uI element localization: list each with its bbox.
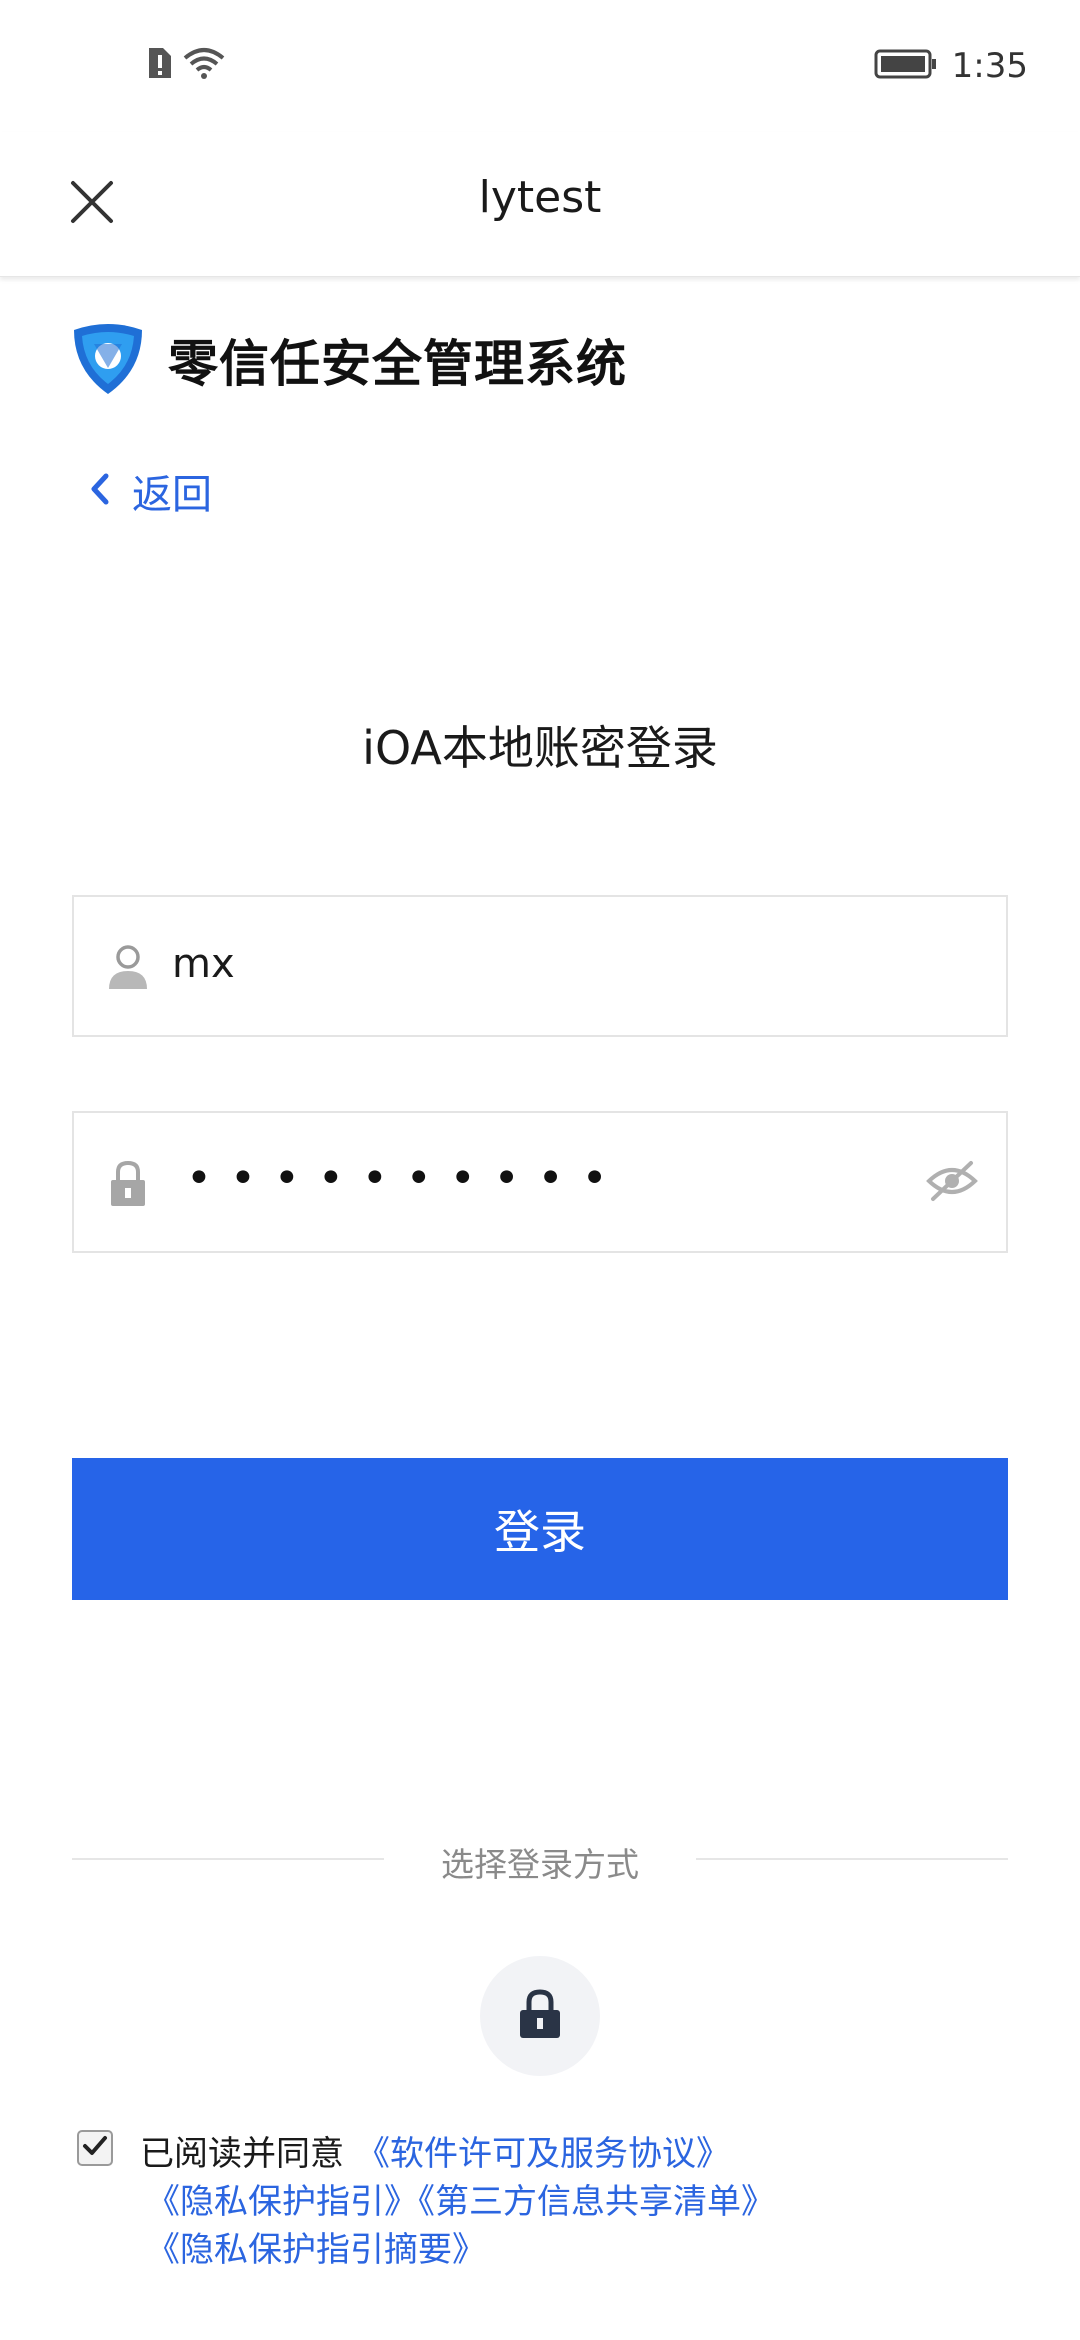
link-privacy-guide[interactable]: 《隐私保护指引》 — [146, 2182, 418, 2222]
chevron-left-icon — [90, 472, 110, 510]
username-value: mx — [172, 941, 235, 987]
eye-off-icon — [925, 1159, 979, 1207]
login-method-password-button[interactable] — [480, 1956, 600, 2076]
lock-icon — [100, 1156, 156, 1212]
password-visibility-toggle[interactable] — [920, 1151, 984, 1215]
status-left — [145, 46, 225, 84]
agreement-line-3: 《隐私保护指引摘要》 — [146, 2222, 486, 2271]
status-right: 1:35 — [874, 46, 1028, 86]
brand-header: 零信任安全管理系统 — [70, 322, 627, 398]
agreement-checkbox[interactable] — [77, 2130, 113, 2166]
status-time: 1:35 — [951, 46, 1028, 86]
agreement-line-1: 已阅读并同意 《软件许可及服务协议》 — [140, 2126, 730, 2175]
user-icon — [100, 940, 156, 996]
link-software-license[interactable]: 《软件许可及服务协议》 — [356, 2134, 730, 2174]
agreement-prefix: 已阅读并同意 — [140, 2134, 344, 2174]
back-label: 返回 — [132, 472, 212, 518]
login-method-divider: 选择登录方式 — [72, 1838, 1008, 1884]
nav-title: lytest — [478, 172, 602, 223]
wifi-icon — [183, 46, 225, 84]
brand-name: 零信任安全管理系统 — [168, 335, 627, 393]
divider-line-right — [696, 1858, 1008, 1860]
divider-label: 选择登录方式 — [441, 1845, 639, 1884]
shield-logo-icon — [70, 322, 146, 398]
alert-sim-icon — [145, 46, 173, 84]
nav-bar: lytest — [0, 132, 1080, 277]
lock-icon — [517, 1988, 563, 2044]
login-button[interactable]: 登录 — [72, 1458, 1008, 1600]
login-title: iOA本地账密登录 — [362, 721, 718, 775]
back-link[interactable]: 返回 — [90, 462, 212, 520]
username-field[interactable]: mx — [72, 895, 1008, 1037]
link-privacy-summary[interactable]: 《隐私保护指引摘要》 — [146, 2230, 486, 2270]
checkmark-icon — [82, 2135, 108, 2161]
agreement-line-2: 《隐私保护指引》《第三方信息共享清单》 — [146, 2174, 775, 2223]
status-bar: 1:35 — [0, 0, 1080, 132]
link-third-party-sharing[interactable]: 《第三方信息共享清单》 — [418, 2182, 775, 2222]
battery-icon — [874, 47, 938, 85]
password-field[interactable]: •••••••••• — [72, 1111, 1008, 1253]
password-value: •••••••••• — [186, 1153, 626, 1204]
